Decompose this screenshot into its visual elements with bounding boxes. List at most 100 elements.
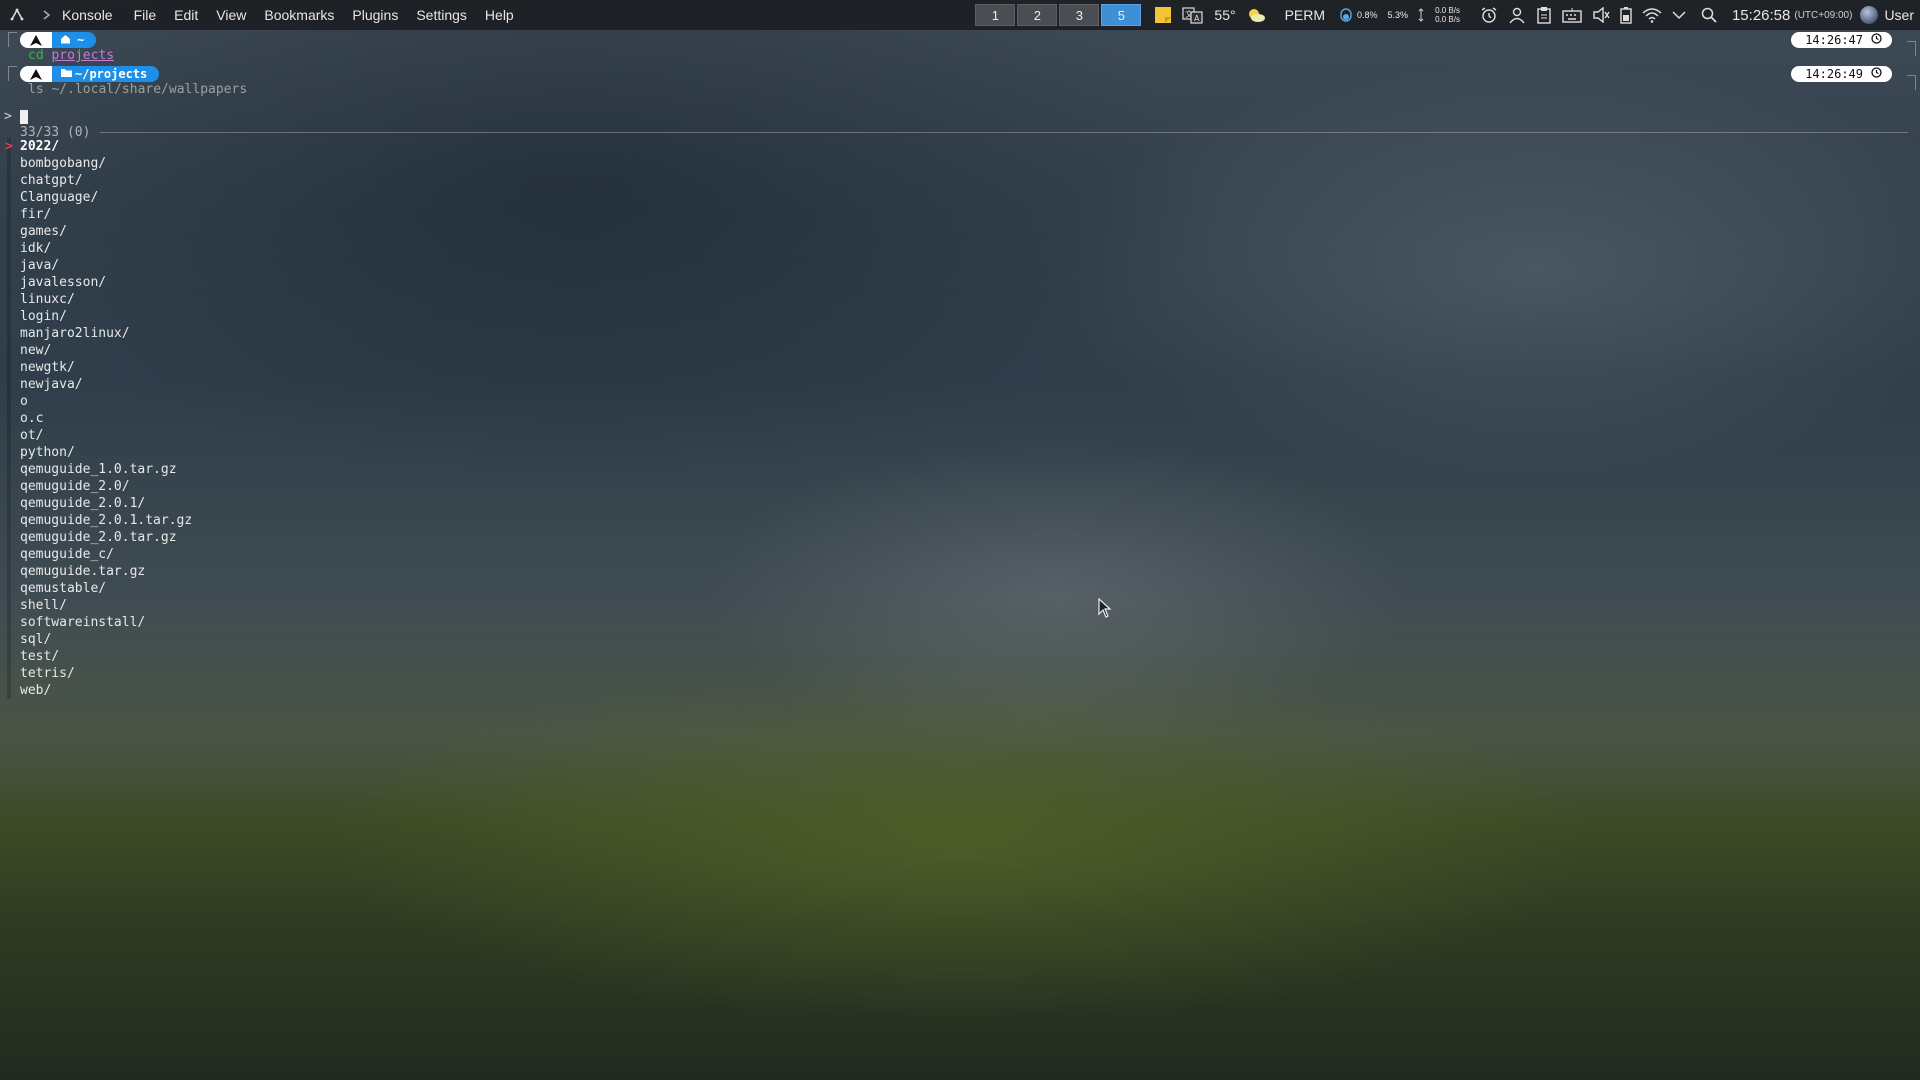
list-item-label: ot/ bbox=[20, 428, 44, 443]
list-item[interactable]: ot/ bbox=[0, 427, 192, 444]
translate-icon[interactable]: 文A bbox=[1177, 0, 1209, 30]
list-item[interactable]: qemustable/ bbox=[0, 580, 192, 597]
terminal-view[interactable]: ~ cd projects ✔ 14:26:47 ~/projects ls ~… bbox=[0, 30, 1920, 1080]
chevron-down-icon[interactable] bbox=[1667, 0, 1691, 30]
launcher-icon[interactable] bbox=[0, 0, 34, 30]
command-line-1: cd projects bbox=[28, 48, 114, 64]
list-gutter bbox=[7, 546, 11, 563]
list-item[interactable]: linuxc/ bbox=[0, 291, 192, 308]
list-item[interactable]: qemuguide_2.0.tar.gz bbox=[0, 529, 192, 546]
list-item[interactable]: o bbox=[0, 393, 192, 410]
top-panel: Konsole File Edit View Bookmarks Plugins… bbox=[0, 0, 1920, 30]
list-item[interactable]: qemuguide_2.0.1/ bbox=[0, 495, 192, 512]
list-item[interactable]: Clanguage/ bbox=[0, 189, 192, 206]
avatar[interactable] bbox=[1860, 6, 1879, 24]
list-item[interactable]: qemuguide_1.0.tar.gz bbox=[0, 461, 192, 478]
menu-file[interactable]: File bbox=[125, 0, 166, 30]
list-gutter bbox=[7, 393, 11, 410]
list-item[interactable]: javalesson/ bbox=[0, 274, 192, 291]
prompt-bracket-right bbox=[1907, 75, 1916, 90]
perm-label: PERM bbox=[1284, 7, 1326, 23]
menu-bookmarks[interactable]: Bookmarks bbox=[255, 0, 343, 30]
list-item[interactable]: test/ bbox=[0, 648, 192, 665]
list-item[interactable]: bombgobang/ bbox=[0, 155, 192, 172]
clock[interactable]: 15:26:58 bbox=[1722, 7, 1794, 24]
list-item[interactable]: qemuguide_2.0/ bbox=[0, 478, 192, 495]
list-item-label: idk/ bbox=[20, 241, 52, 256]
user-icon[interactable] bbox=[1503, 0, 1531, 30]
list-item[interactable]: softwareinstall/ bbox=[0, 614, 192, 631]
list-gutter bbox=[7, 308, 11, 325]
list-item[interactable]: games/ bbox=[0, 223, 192, 240]
list-item[interactable]: shell/ bbox=[0, 597, 192, 614]
search-icon[interactable] bbox=[1691, 0, 1722, 30]
list-gutter bbox=[7, 648, 11, 665]
list-item-label: web/ bbox=[20, 683, 52, 698]
network-icon bbox=[1413, 0, 1429, 30]
list-gutter bbox=[7, 444, 11, 461]
list-item[interactable]: java/ bbox=[0, 257, 192, 274]
net-down: 0.0 B/s bbox=[1435, 15, 1460, 24]
cpu-icon[interactable] bbox=[1335, 0, 1357, 30]
list-item[interactable]: qemuguide.tar.gz bbox=[0, 563, 192, 580]
list-item[interactable]: manjaro2linux/ bbox=[0, 325, 192, 342]
list-item[interactable]: tetris/ bbox=[0, 665, 192, 682]
prompt-dir: ~/projects bbox=[52, 66, 160, 82]
list-item-label: test/ bbox=[20, 649, 60, 664]
workspace-5[interactable]: 5 bbox=[1101, 4, 1142, 26]
menu-help[interactable]: Help bbox=[476, 0, 523, 30]
list-item-label: 2022/ bbox=[20, 139, 60, 154]
list-gutter bbox=[7, 512, 11, 529]
menu-view[interactable]: View bbox=[207, 0, 255, 30]
list-item[interactable]: >2022/ bbox=[0, 138, 192, 155]
menu-edit[interactable]: Edit bbox=[165, 0, 207, 30]
app-name: Konsole bbox=[62, 7, 113, 23]
list-item-label: qemuguide_2.0/ bbox=[20, 479, 130, 494]
konsole-icon bbox=[40, 7, 56, 23]
list-item[interactable]: login/ bbox=[0, 308, 192, 325]
alarm-icon[interactable] bbox=[1466, 0, 1503, 30]
list-item[interactable]: fir/ bbox=[0, 206, 192, 223]
separator bbox=[100, 132, 1908, 133]
list-item-label: python/ bbox=[20, 445, 75, 460]
clipboard-icon[interactable] bbox=[1531, 0, 1557, 30]
folder-open-icon bbox=[60, 67, 73, 81]
list-item-label: linuxc/ bbox=[20, 292, 75, 307]
list-item[interactable]: o.c bbox=[0, 410, 192, 427]
command-arg: projects bbox=[51, 48, 115, 63]
list-item[interactable]: web/ bbox=[0, 682, 192, 699]
list-item[interactable]: newgtk/ bbox=[0, 359, 192, 376]
menu-settings[interactable]: Settings bbox=[407, 0, 476, 30]
list-gutter bbox=[7, 665, 11, 682]
list-gutter bbox=[7, 155, 11, 172]
mem-usage: 5.3% bbox=[1387, 10, 1409, 20]
list-item[interactable]: idk/ bbox=[0, 240, 192, 257]
list-item[interactable]: qemuguide_c/ bbox=[0, 546, 192, 563]
wifi-icon[interactable] bbox=[1637, 0, 1667, 30]
list-item-label: qemuguide_2.0.1.tar.gz bbox=[20, 513, 193, 528]
workspace-3[interactable]: 3 bbox=[1059, 4, 1100, 26]
workspace-1[interactable]: 1 bbox=[975, 4, 1016, 26]
list-item[interactable]: sql/ bbox=[0, 631, 192, 648]
menu-plugins[interactable]: Plugins bbox=[343, 0, 407, 30]
command-name: cd bbox=[28, 48, 44, 63]
list-item[interactable]: newjava/ bbox=[0, 376, 192, 393]
keyboard-icon[interactable] bbox=[1557, 0, 1587, 30]
volume-icon[interactable] bbox=[1587, 0, 1615, 30]
cpu-usage: 0.8% bbox=[1357, 10, 1378, 20]
sticky-note-icon[interactable] bbox=[1149, 0, 1177, 30]
text-cursor[interactable] bbox=[20, 110, 28, 124]
list-item[interactable]: chatgpt/ bbox=[0, 172, 192, 189]
fzf-result-list[interactable]: >2022/bombgobang/chatgpt/Clanguage/fir/g… bbox=[0, 138, 192, 699]
command-arg: ~/.local/share/wallpapers bbox=[51, 82, 248, 97]
user-name[interactable]: User bbox=[1884, 0, 1920, 30]
workspace-2[interactable]: 2 bbox=[1017, 4, 1058, 26]
battery-icon[interactable] bbox=[1615, 0, 1637, 30]
list-gutter bbox=[7, 172, 11, 189]
weather-icon[interactable] bbox=[1241, 0, 1271, 30]
list-item[interactable]: qemuguide_2.0.1.tar.gz bbox=[0, 512, 192, 529]
list-item[interactable]: new/ bbox=[0, 342, 192, 359]
time-pill-1: 14:26:47 bbox=[1791, 32, 1892, 48]
list-item[interactable]: python/ bbox=[0, 444, 192, 461]
prompt-bracket-left bbox=[8, 66, 17, 81]
